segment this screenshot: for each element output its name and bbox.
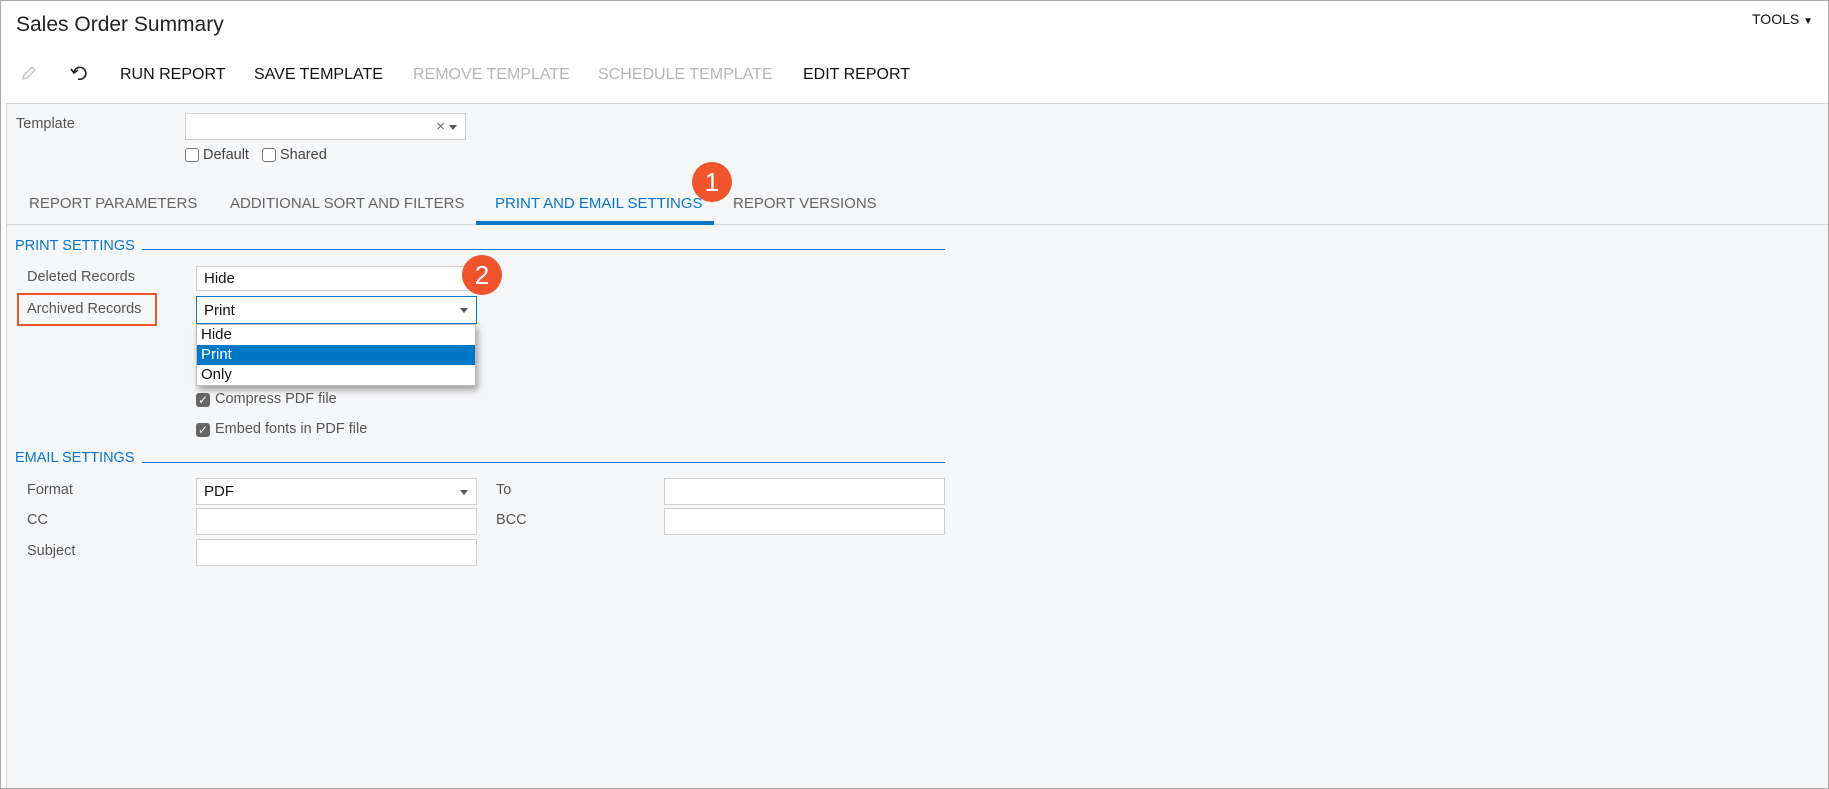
deleted-records-select[interactable]: Hide: [196, 266, 477, 291]
dropdown-option-print[interactable]: Print: [197, 345, 475, 365]
page-title: Sales Order Summary: [16, 13, 224, 36]
format-label: Format: [27, 482, 73, 498]
subject-input[interactable]: [196, 539, 477, 566]
cc-label: CC: [27, 512, 48, 528]
print-settings-heading: PRINT SETTINGS: [15, 238, 135, 254]
compress-pdf-checkbox[interactable]: ✓: [196, 393, 210, 407]
subject-label: Subject: [27, 543, 76, 559]
section-divider: [142, 249, 945, 250]
save-template-button[interactable]: SAVE TEMPLATE: [254, 66, 383, 84]
embed-fonts-label: Embed fonts in PDF file: [215, 421, 368, 437]
dropdown-option-only[interactable]: Only: [197, 365, 475, 385]
archived-records-select[interactable]: Print: [196, 296, 477, 324]
remove-template-button[interactable]: REMOVE TEMPLATE: [413, 66, 570, 84]
archived-records-label: Archived Records: [27, 301, 142, 317]
shared-label: Shared: [280, 147, 327, 163]
to-input[interactable]: [664, 478, 945, 505]
edit-report-button[interactable]: EDIT REPORT: [803, 66, 910, 84]
dropdown-option-hide[interactable]: Hide: [197, 325, 475, 345]
default-label: Default: [203, 147, 249, 163]
bcc-label: BCC: [496, 512, 527, 528]
to-label: To: [496, 482, 512, 498]
edit-pencil-icon[interactable]: [20, 64, 38, 87]
email-settings-heading: EMAIL SETTINGS: [15, 450, 135, 466]
cc-input[interactable]: [196, 508, 477, 535]
section-divider: [142, 462, 945, 463]
caret-down-icon[interactable]: [449, 124, 457, 130]
default-checkbox[interactable]: [185, 148, 199, 162]
template-label: Template: [16, 116, 75, 132]
run-report-button[interactable]: RUN REPORT: [120, 66, 226, 84]
tab-additional-sort-and-filters[interactable]: ADDITIONAL SORT AND FILTERS: [230, 195, 465, 212]
tab-print-and-email-settings[interactable]: PRINT AND EMAIL SETTINGS: [495, 195, 703, 212]
shared-checkbox[interactable]: [262, 148, 276, 162]
deleted-records-label: Deleted Records: [27, 269, 135, 285]
schedule-template-button[interactable]: SCHEDULE TEMPLATE: [598, 66, 773, 84]
tools-menu[interactable]: TOOLS ▼: [1752, 11, 1813, 27]
bcc-input[interactable]: [664, 508, 945, 535]
tab-report-parameters[interactable]: REPORT PARAMETERS: [29, 195, 197, 212]
undo-icon[interactable]: [69, 64, 89, 87]
embed-fonts-checkbox[interactable]: ✓: [196, 423, 210, 437]
clear-icon[interactable]: ×: [436, 118, 445, 135]
step-badge-1: 1: [692, 162, 732, 202]
step-badge-2: 2: [462, 255, 502, 295]
archived-records-dropdown: Hide Print Only: [196, 324, 476, 386]
compress-pdf-label: Compress PDF file: [215, 391, 337, 407]
template-select[interactable]: ×: [185, 113, 466, 140]
tools-label: TOOLS: [1752, 11, 1800, 27]
tab-divider: [6, 224, 1828, 225]
active-tab-underline: [476, 221, 714, 225]
caret-down-icon: ▼: [1803, 16, 1813, 27]
caret-down-icon[interactable]: [460, 308, 468, 313]
format-select[interactable]: PDF: [196, 478, 477, 505]
caret-down-icon[interactable]: [460, 489, 468, 495]
tab-report-versions[interactable]: REPORT VERSIONS: [733, 195, 877, 212]
